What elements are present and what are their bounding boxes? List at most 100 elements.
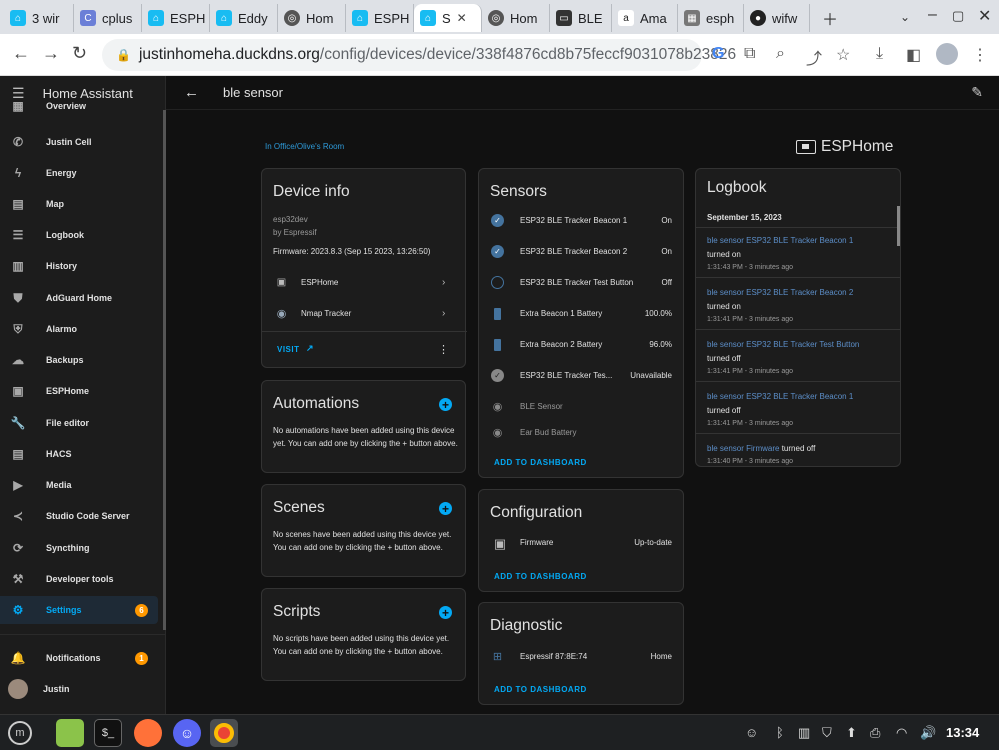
sensor-name[interactable]: Extra Beacon 2 Battery — [520, 340, 602, 349]
config-name[interactable]: Firmware — [520, 538, 553, 547]
tab-11[interactable]: ▦ esph — [678, 4, 744, 32]
sidebar-item-notifications[interactable]: 🔔 Notifications 1 — [0, 644, 158, 672]
sidebar-item-adguard[interactable]: ⛊ AdGuard Home — [0, 284, 158, 312]
download-icon[interactable]: ⤓ — [876, 45, 883, 63]
clipboard-icon[interactable]: ▥ — [798, 725, 810, 741]
discord-tray-icon[interactable]: ☺ — [745, 725, 758, 740]
tab-1[interactable]: ⌂ 3 wir — [4, 4, 74, 32]
google-icon[interactable]: G — [712, 45, 724, 63]
tab-3[interactable]: ⌂ ESPH — [142, 4, 210, 32]
logbook-scrollbar[interactable] — [897, 206, 900, 246]
sidebar-item-esphome[interactable]: ▣ ESPHome — [0, 377, 158, 405]
open-in-new-icon[interactable]: ↗ — [306, 343, 314, 354]
sensor-name[interactable]: ESP32 BLE Tracker Test Button — [520, 278, 633, 287]
add-automation-button[interactable]: + — [439, 398, 452, 411]
sidebar-item-hacs[interactable]: ▤ HACS — [0, 440, 158, 468]
close-tab-icon[interactable]: ✕ — [457, 11, 467, 25]
tab-5[interactable]: ◎ Hom — [278, 4, 346, 32]
sidebar-item-justin-cell[interactable]: ✆ Justin Cell — [0, 128, 158, 156]
pencil-icon[interactable]: ✎ — [971, 84, 983, 101]
visit-button[interactable]: VISIT — [277, 345, 300, 354]
close-window-icon[interactable]: ✕ — [978, 6, 991, 26]
logbook-date: September 15, 2023 — [707, 213, 782, 222]
zoom-icon[interactable]: ⌕ — [776, 45, 785, 63]
sidebar-item-studio-code[interactable]: ≺ Studio Code Server — [0, 502, 158, 530]
side-panel-icon[interactable]: ◧ — [906, 45, 921, 65]
sidebar-item-syncthing[interactable]: ⟳ Syncthing — [0, 534, 158, 562]
profile-avatar[interactable] — [936, 43, 958, 65]
taskbar-clock[interactable]: 13:34 — [946, 725, 979, 740]
sidebar-item-developer-tools[interactable]: ⚒ Developer tools — [0, 565, 158, 593]
more-menu-icon[interactable]: ⋮ — [972, 45, 988, 65]
sidebar-scrollbar[interactable] — [163, 110, 166, 630]
sidebar-item-media[interactable]: ▶ Media — [0, 471, 158, 499]
share-icon[interactable]: ⤴ — [806, 45, 822, 69]
address-bar[interactable]: 🔒 justinhomeha.duckdns.org/config/device… — [102, 39, 736, 71]
logbook-entity-link[interactable]: ble sensor ESP32 BLE Tracker Beacon 2 — [707, 288, 853, 297]
files-folder-icon[interactable] — [56, 719, 84, 747]
tab-9[interactable]: ▭ BLE — [550, 4, 612, 32]
new-tab-icon[interactable]: ＋ — [822, 6, 838, 30]
add-scene-button[interactable]: + — [439, 502, 452, 515]
tab-12[interactable]: ● wifw — [744, 4, 810, 32]
printer-icon[interactable]: ⎙ — [870, 725, 880, 741]
update-icon[interactable]: ⬆ — [846, 725, 857, 741]
logbook-entity-link[interactable]: ble sensor ESP32 BLE Tracker Beacon 1 — [707, 392, 853, 401]
logbook-entity-link[interactable]: ble sensor ESP32 BLE Tracker Beacon 1 — [707, 236, 853, 245]
configuration-add-to-dashboard-button[interactable]: ADD TO DASHBOARD — [494, 572, 587, 581]
chevron-down-icon[interactable]: ⌄ — [900, 10, 910, 24]
sidebar-item-settings[interactable]: ⚙ Settings 6 — [0, 596, 158, 624]
discord-icon[interactable]: ☺ — [173, 719, 201, 747]
tab-6[interactable]: ⌂ ESPH — [346, 4, 414, 32]
maximize-icon[interactable]: ▢ — [952, 8, 964, 24]
sidebar-item-history[interactable]: ▥ History — [0, 252, 158, 280]
sensor-name[interactable]: ESP32 BLE Tracker Beacon 2 — [520, 247, 627, 256]
chrome-icon[interactable] — [210, 719, 238, 747]
minimize-icon[interactable]: – — [928, 6, 937, 24]
terminal-icon[interactable]: $_ — [94, 719, 122, 747]
logbook-entity-link[interactable]: ble sensor ESP32 BLE Tracker Test Button — [707, 340, 859, 349]
chevron-right-icon[interactable]: › — [442, 308, 445, 319]
tab-8[interactable]: ◎ Hom — [482, 4, 550, 32]
chevron-right-icon[interactable]: › — [442, 277, 445, 288]
wifi-icon[interactable]: ◠ — [896, 725, 907, 741]
logbook-entity-link[interactable]: ble sensor Firmware — [707, 444, 779, 453]
url-path: /config/devices/device/338f4876cd8b75fec… — [319, 46, 737, 63]
sidebar-item-file-editor[interactable]: 🔧 File editor — [0, 409, 158, 437]
shield-tray-icon[interactable]: ⛉ — [822, 725, 832, 741]
device-area-link[interactable]: In Office/Olive's Room — [265, 142, 344, 151]
sensor-name-hidden[interactable]: Ear Bud Battery — [520, 428, 576, 437]
sensor-name[interactable]: Extra Beacon 1 Battery — [520, 309, 602, 318]
sidebar-item-user[interactable]: Justin — [0, 675, 158, 703]
integration-nmap[interactable]: Nmap Tracker — [301, 309, 351, 318]
sidebar-item-backups[interactable]: ☁ Backups — [0, 346, 158, 374]
integration-esphome[interactable]: ESPHome — [301, 278, 338, 287]
sidebar-item-energy[interactable]: ϟ Energy — [0, 159, 158, 187]
add-script-button[interactable]: + — [439, 606, 452, 619]
bluetooth-icon[interactable]: ᛒ — [776, 725, 784, 740]
tab-2[interactable]: Ccplus — [74, 4, 142, 32]
volume-icon[interactable]: 🔊 — [920, 725, 936, 741]
sensor-name[interactable]: ESP32 BLE Tracker Beacon 1 — [520, 216, 627, 225]
sidebar-item-map[interactable]: ▤ Map — [0, 190, 158, 218]
bookmark-star-icon[interactable]: ☆ — [836, 45, 850, 65]
back-arrow-icon[interactable]: ← — [184, 84, 199, 101]
diagnostic-name[interactable]: Espressif 87:8E:74 — [520, 652, 587, 661]
sensor-name-hidden[interactable]: BLE Sensor — [520, 402, 563, 411]
sidebar-item-alarmo[interactable]: ⛨ Alarmo — [0, 315, 158, 343]
translate-icon[interactable]: ⧉ — [744, 45, 755, 63]
tab-4[interactable]: ⌂ Eddy — [210, 4, 278, 32]
mint-menu-icon[interactable]: m — [8, 721, 32, 745]
sidebar-item-logbook[interactable]: ☰ Logbook — [0, 221, 158, 249]
more-vert-icon[interactable]: ⋮ — [438, 343, 449, 356]
reload-icon[interactable]: ↻ — [72, 43, 87, 64]
forward-icon[interactable]: → — [42, 43, 60, 64]
tab-active[interactable]: ⌂ S ✕ — [414, 4, 482, 32]
firefox-icon[interactable] — [134, 719, 162, 747]
sensors-add-to-dashboard-button[interactable]: ADD TO DASHBOARD — [494, 458, 587, 467]
sidebar-item-overview[interactable]: ▦ Overview — [0, 98, 158, 114]
back-icon[interactable]: ← — [12, 43, 30, 64]
sensor-name[interactable]: ESP32 BLE Tracker Tes... — [520, 371, 612, 380]
diagnostic-add-to-dashboard-button[interactable]: ADD TO DASHBOARD — [494, 685, 587, 694]
tab-10[interactable]: a Ama — [612, 4, 678, 32]
